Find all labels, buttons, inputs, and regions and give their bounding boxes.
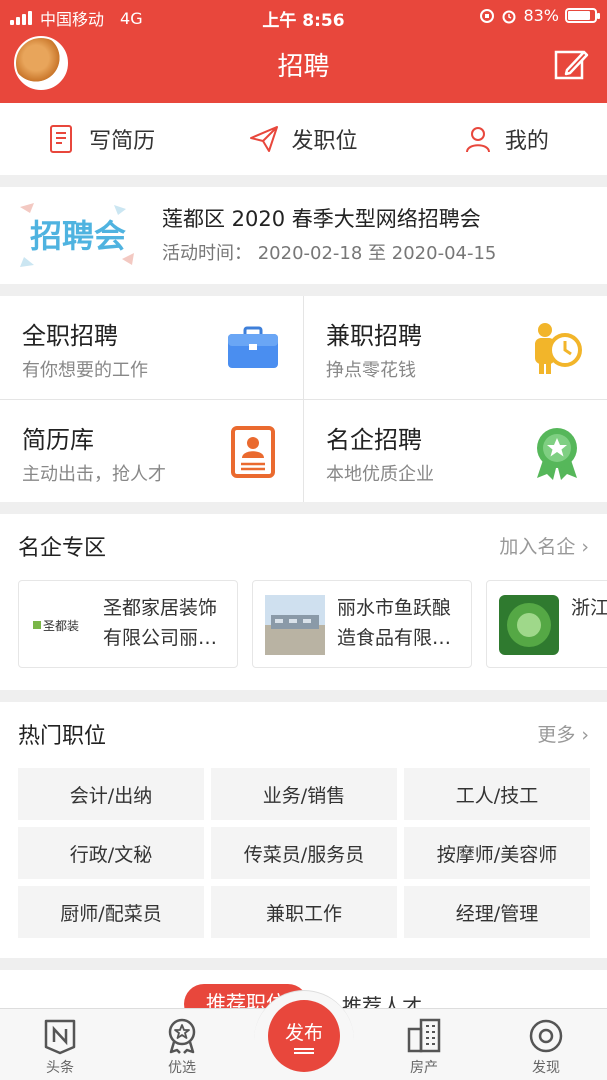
chevron-right-icon: › <box>581 536 589 558</box>
famous-section-title: 名企专区 <box>18 536 107 561</box>
company-name: 浙江科技 <box>571 597 607 619</box>
event-title: 莲都区 2020 春季大型网络招聘会 <box>162 207 481 231</box>
write-resume-button[interactable]: 写简历 <box>0 103 202 175</box>
top-bar: 中国移动 4G 上午 8:56 83% 招聘 <box>0 0 607 103</box>
tab-headlines[interactable]: 头条 <box>20 1017 100 1077</box>
headlines-icon <box>44 1019 76 1055</box>
fulltime-title: 全职招聘 <box>22 322 118 350</box>
famous-company-card[interactable]: 名企招聘 本地优质企业 <box>304 400 607 503</box>
battery-percent: 83% <box>523 6 559 25</box>
tab-selected-label: 优选 <box>168 1060 196 1076</box>
tab-selected[interactable]: 优选 <box>142 1017 222 1077</box>
company-logo <box>499 595 559 655</box>
post-job-label: 发职位 <box>291 129 358 154</box>
briefcase-icon <box>228 326 278 368</box>
job-tag[interactable]: 厨师/配菜员 <box>18 886 204 938</box>
fulltime-subtitle: 有你想要的工作 <box>22 360 148 381</box>
company-name: 圣都家居装饰有限公司丽… <box>103 597 218 649</box>
job-fair-banner[interactable]: 招聘会 莲都区 2020 春季大型网络招聘会 活动时间： 2020-02-18 … <box>0 187 607 284</box>
hot-section-title: 热门职位 <box>18 724 107 749</box>
status-bar: 中国移动 4G 上午 8:56 83% <box>0 0 607 32</box>
top-actions: 写简历 发职位 我的 <box>0 103 607 175</box>
fulltime-jobs-card[interactable]: 全职招聘 有你想要的工作 <box>0 296 303 399</box>
edit-icon[interactable] <box>553 46 589 82</box>
tab-headlines-label: 头条 <box>46 1060 74 1076</box>
company-logo: 圣都装 <box>31 595 91 655</box>
publish-button[interactable]: 发布 <box>268 1000 340 1072</box>
famous-companies-section: 名企专区 加入名企 › 圣都装 圣都家居装饰有限公司丽… 丽水市鱼跃酿造食品有限… <box>0 514 607 690</box>
my-profile-label: 我的 <box>504 129 549 154</box>
resume-library-card[interactable]: 简历库 主动出击，抢人才 <box>0 400 303 503</box>
write-resume-label: 写简历 <box>89 129 156 154</box>
my-profile-button[interactable]: 我的 <box>405 103 607 175</box>
job-tag[interactable]: 行政/文秘 <box>18 827 204 879</box>
hot-positions-section: 热门职位 更多 › 会计/出纳 业务/销售 工人/技工 行政/文秘 传菜员/服务… <box>0 702 607 958</box>
job-tag[interactable]: 业务/销售 <box>211 768 397 820</box>
person-icon <box>465 127 490 153</box>
join-famous-label: 加入名企 <box>499 536 576 558</box>
resume-icon <box>50 125 73 153</box>
chevron-right-icon: › <box>581 724 589 746</box>
discover-icon <box>529 1019 563 1053</box>
tab-real-estate-label: 房产 <box>410 1060 438 1076</box>
more-label: 更多 <box>537 724 576 746</box>
tab-discover[interactable]: 发现 <box>506 1017 586 1077</box>
menu-lines-icon <box>294 1048 314 1054</box>
company-logo-text: 圣都装 <box>43 619 79 633</box>
parttime-clock-icon <box>535 323 582 374</box>
company-photo <box>265 595 325 655</box>
parttime-jobs-card[interactable]: 兼职招聘 挣点零花钱 <box>304 296 607 399</box>
join-famous-link[interactable]: 加入名企 › <box>499 532 589 559</box>
job-tag[interactable]: 工人/技工 <box>404 768 590 820</box>
company-card[interactable]: 圣都装 圣都家居装饰有限公司丽… <box>18 580 238 668</box>
alarm-icon <box>502 10 516 23</box>
category-grid: 全职招聘 有你想要的工作 兼职招聘 挣点零花钱 简历库 主动出击，抢人才 名企招… <box>0 296 607 502</box>
famous-company-subtitle: 本地优质企业 <box>326 464 434 485</box>
publish-label: 发布 <box>284 1022 323 1044</box>
building-icon <box>407 1018 441 1053</box>
parttime-subtitle: 挣点零花钱 <box>326 360 416 381</box>
resume-library-title: 简历库 <box>22 426 94 454</box>
paper-plane-icon <box>250 126 279 152</box>
tab-discover-label: 发现 <box>532 1060 560 1076</box>
job-tag[interactable]: 按摩师/美容师 <box>404 827 590 879</box>
job-tag[interactable]: 经理/管理 <box>404 886 590 938</box>
resume-card-icon <box>231 426 275 478</box>
resume-library-subtitle: 主动出击，抢人才 <box>22 464 166 485</box>
famous-company-title: 名企招聘 <box>326 426 422 454</box>
grid-divider-horizontal <box>0 399 607 400</box>
parttime-title: 兼职招聘 <box>326 322 422 350</box>
job-tag[interactable]: 传菜员/服务员 <box>211 827 397 879</box>
tab-real-estate[interactable]: 房产 <box>384 1017 464 1077</box>
job-fair-logo-text: 招聘会 <box>30 217 126 255</box>
star-badge-icon <box>168 1018 196 1054</box>
company-name: 丽水市鱼跃酿造食品有限… <box>337 597 452 649</box>
more-link[interactable]: 更多 › <box>537 720 589 747</box>
job-fair-logo: 招聘会 <box>14 199 142 273</box>
event-time: 活动时间： 2020-02-18 至 2020-04-15 <box>162 243 497 264</box>
page-title: 招聘 <box>277 52 330 82</box>
battery-icon <box>565 8 600 23</box>
company-card[interactable]: 丽水市鱼跃酿造食品有限… <box>252 580 472 668</box>
award-badge-icon <box>537 428 577 480</box>
company-card[interactable]: 浙江科技 <box>486 580 607 668</box>
orientation-lock-icon <box>480 8 495 23</box>
job-tag[interactable]: 兼职工作 <box>211 886 397 938</box>
post-job-button[interactable]: 发职位 <box>202 103 404 175</box>
job-tag[interactable]: 会计/出纳 <box>18 768 204 820</box>
